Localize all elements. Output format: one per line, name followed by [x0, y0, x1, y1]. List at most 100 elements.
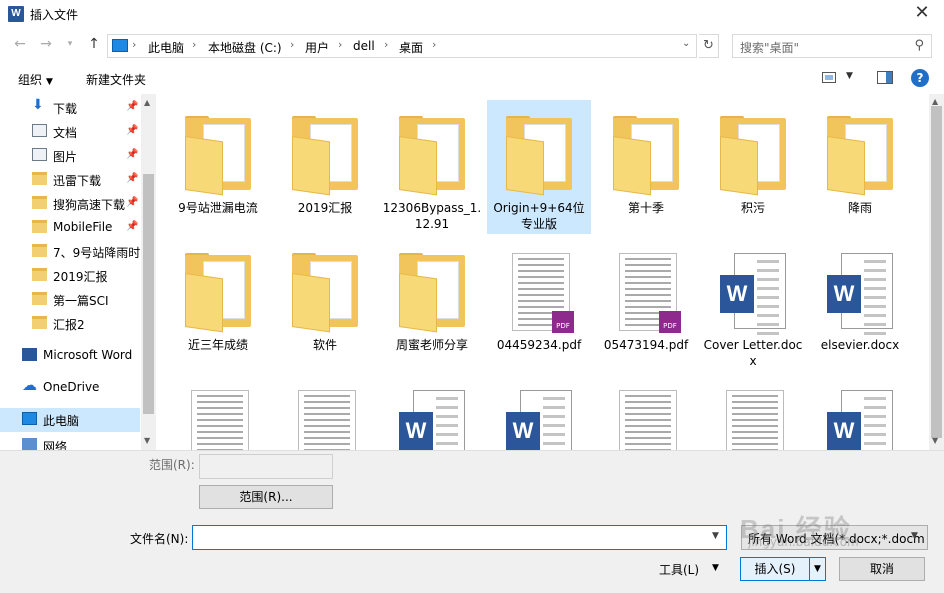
content-scroll-thumb[interactable] — [931, 106, 942, 438]
nav-item[interactable]: 2019汇报 — [0, 264, 140, 288]
insert-button[interactable]: 插入(S) — [740, 557, 810, 581]
nav-item[interactable]: 网络 — [0, 434, 140, 450]
file-item[interactable]: 积污 — [701, 100, 805, 234]
file-item[interactable] — [166, 374, 270, 450]
chevron-right-icon: › — [290, 38, 295, 51]
filename-label: 文件名(N): — [130, 532, 189, 546]
document-thumbnail-icon — [718, 390, 788, 450]
file-name: 第十季 — [627, 201, 664, 215]
crumb-local-disk[interactable]: 本地磁盘 (C:) — [208, 39, 282, 56]
navigation-pane: ⬇ 下载 📌 文档 📌 图片 📌 迅雷下载 📌 搜狗高速下载 📌 MobileFile 📌 7、9号站降雨… — [0, 94, 156, 450]
crumb-users[interactable]: 用户 — [305, 39, 329, 56]
recent-dropdown-icon[interactable]: ▾ — [60, 39, 80, 49]
pin-icon: 📌 — [126, 197, 139, 208]
refresh-icon[interactable]: ↻ — [699, 34, 719, 58]
folder-icon — [32, 172, 47, 185]
crumb-dell[interactable]: dell — [353, 39, 375, 53]
nav-item[interactable]: MobileFile 📌 — [0, 216, 140, 240]
address-row: ← → ▾ ↑ › 此电脑 › 本地磁盘 (C:) › 用户 › dell › … — [0, 30, 944, 60]
file-item[interactable]: 9号站泄漏电流 — [166, 100, 270, 234]
tools-dropdown-icon[interactable]: ▼ — [712, 563, 719, 573]
content-scrollbar[interactable]: ▲ ▼ — [929, 94, 944, 450]
up-icon[interactable]: ↑ — [84, 36, 104, 52]
nav-item[interactable]: 文档 📌 — [0, 120, 140, 144]
scroll-down-icon[interactable]: ▼ — [144, 436, 150, 445]
title-bar: W 插入文件 ✕ — [0, 0, 944, 28]
close-icon[interactable]: ✕ — [908, 2, 936, 24]
cloud-icon: ☁ — [22, 376, 37, 394]
nav-item[interactable]: 此电脑 — [0, 408, 140, 432]
scroll-down-icon[interactable]: ▼ — [932, 436, 938, 445]
nav-item[interactable]: ⬇ 下载 📌 — [0, 96, 140, 120]
file-item[interactable]: 12306Bypass_1.12.91 — [380, 100, 484, 234]
nav-item[interactable]: ☁ OneDrive — [0, 376, 140, 400]
file-name: 周蜜老师分享 — [395, 338, 468, 352]
nav-item-label: 7、9号站降雨时 — [53, 246, 141, 260]
filename-dropdown-icon[interactable]: ▼ — [712, 531, 719, 541]
nav-item-label: 汇报2 — [53, 318, 85, 332]
pin-icon: 📌 — [126, 101, 139, 112]
crumb-desktop[interactable]: 桌面 — [399, 39, 423, 56]
folder-icon — [611, 116, 681, 196]
file-item[interactable]: PDF 04459234.pdf — [487, 237, 591, 371]
file-name: 9号站泄漏电流 — [178, 201, 258, 215]
file-item[interactable]: W — [380, 374, 484, 450]
filetype-dropdown-icon[interactable]: ▼ — [911, 531, 918, 541]
back-icon[interactable]: ← — [10, 36, 30, 52]
chevron-right-icon: › — [192, 38, 197, 51]
cancel-button[interactable]: 取消 — [839, 557, 925, 581]
view-mode-icon[interactable] — [822, 72, 836, 83]
forward-icon[interactable]: → — [36, 36, 56, 52]
nav-scroll-thumb[interactable] — [143, 174, 154, 414]
address-dropdown-icon[interactable]: ⌄ — [682, 38, 690, 49]
file-item[interactable]: 软件 — [273, 237, 377, 371]
file-item[interactable]: 周蜜老师分享 — [380, 237, 484, 371]
nav-scrollbar[interactable]: ▲ ▼ — [141, 94, 156, 450]
file-name: 近三年成绩 — [187, 338, 248, 352]
help-icon[interactable]: ? — [911, 69, 929, 87]
folder-icon — [32, 316, 47, 329]
new-folder-button[interactable]: 新建文件夹 — [86, 71, 146, 88]
view-dropdown-icon[interactable]: ▼ — [846, 71, 853, 81]
folder-icon — [32, 244, 47, 257]
word-document-icon: W — [825, 390, 895, 450]
folder-icon — [183, 253, 253, 333]
file-item[interactable]: W — [487, 374, 591, 450]
file-item[interactable]: 近三年成绩 — [166, 237, 270, 371]
file-item[interactable]: Welsevier.docx — [808, 237, 912, 371]
file-item[interactable] — [594, 374, 698, 450]
nav-item[interactable]: Microsoft Word — [0, 344, 140, 368]
insert-dropdown-icon[interactable]: ▼ — [810, 557, 826, 581]
scroll-up-icon[interactable]: ▲ — [144, 98, 150, 107]
filename-input[interactable] — [192, 525, 727, 550]
nav-item[interactable]: 7、9号站降雨时 — [0, 240, 140, 264]
file-item[interactable]: 降雨 — [808, 100, 912, 234]
file-item[interactable] — [701, 374, 805, 450]
file-item[interactable]: W — [808, 374, 912, 450]
nav-item[interactable]: 第一篇SCI — [0, 288, 140, 312]
organize-button[interactable]: 组织 ▼ — [18, 71, 53, 88]
file-item[interactable]: 第十季 — [594, 100, 698, 234]
file-item[interactable]: Origin+9+64位专业版 — [487, 100, 591, 234]
nav-item-label: 迅雷下载 — [53, 174, 102, 188]
file-item[interactable]: PDF 05473194.pdf — [594, 237, 698, 371]
range-button: 范围(R)... — [199, 485, 333, 509]
crumb-this-pc[interactable]: 此电脑 — [148, 39, 184, 56]
scroll-up-icon[interactable]: ▲ — [932, 97, 938, 106]
nav-item[interactable]: 汇报2 — [0, 312, 140, 336]
file-item[interactable]: W Cover Letter.docx — [701, 237, 805, 371]
file-item[interactable]: 2019汇报 — [273, 100, 377, 234]
nav-item[interactable]: 迅雷下载 📌 — [0, 168, 140, 192]
pc-icon — [112, 39, 128, 52]
folder-icon — [825, 116, 895, 196]
file-name: Cover Letter.docx — [703, 338, 803, 368]
file-item[interactable] — [273, 374, 377, 450]
word-app-icon: W — [8, 6, 24, 22]
tools-button[interactable]: 工具(L) — [659, 561, 699, 578]
nav-item[interactable]: 图片 📌 — [0, 144, 140, 168]
nav-item[interactable]: 搜狗高速下载 📌 — [0, 192, 140, 216]
chevron-right-icon: › — [384, 38, 389, 51]
address-bar[interactable]: › 此电脑 › 本地磁盘 (C:) › 用户 › dell › 桌面 › ⌄ — [107, 34, 697, 58]
search-input[interactable]: 搜索"桌面" ⚲ — [732, 34, 932, 58]
preview-pane-icon[interactable] — [877, 71, 893, 84]
